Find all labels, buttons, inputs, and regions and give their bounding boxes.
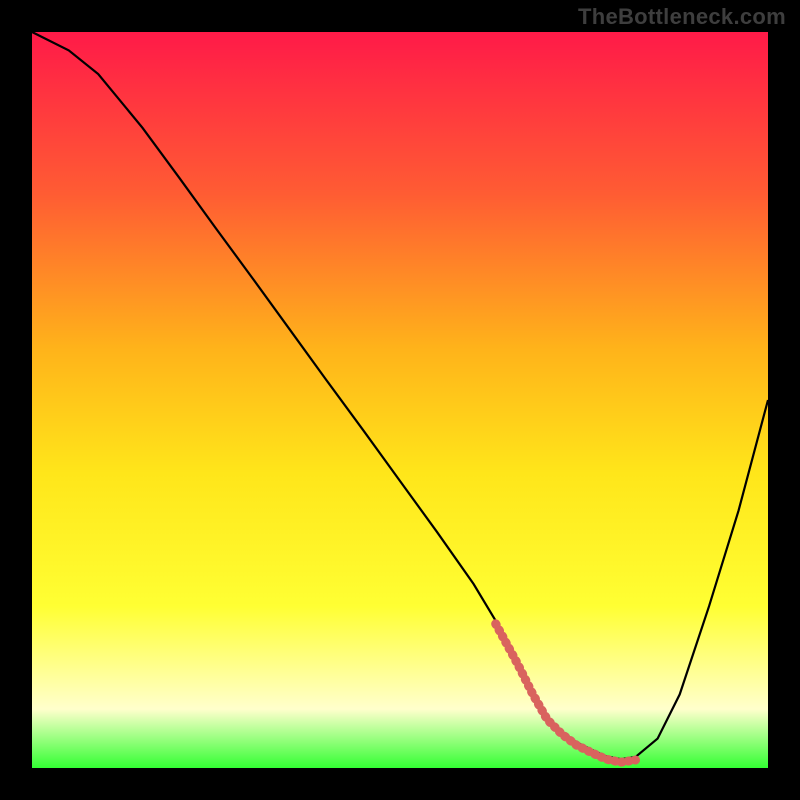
watermark-label: TheBottleneck.com: [578, 4, 786, 30]
gradient-plot-area: [32, 32, 768, 768]
bottleneck-chart: [0, 0, 800, 800]
chart-frame: TheBottleneck.com: [0, 0, 800, 800]
